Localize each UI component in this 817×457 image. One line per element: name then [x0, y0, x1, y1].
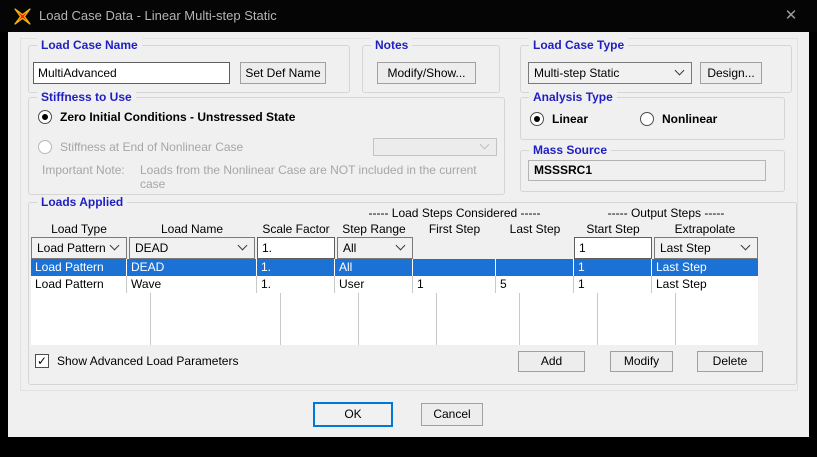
cell-scale-factor: 1.	[257, 259, 335, 276]
column-header-extrapolate: Extrapolate	[652, 222, 758, 236]
column-divider	[675, 293, 676, 345]
load-case-type-group-title: Load Case Type	[529, 38, 628, 53]
load-case-name-input[interactable]: MultiAdvanced	[33, 62, 230, 84]
edit-load-name-value: DEAD	[135, 241, 168, 255]
linear-label: Linear	[552, 112, 588, 126]
dialog-body: Load Case Name MultiAdvanced Set Def Nam…	[8, 32, 809, 437]
cell-first-step	[413, 259, 496, 276]
important-note-label: Important Note:	[42, 163, 125, 177]
edit-load-type-dropdown[interactable]: Load Pattern	[31, 237, 127, 259]
edit-extrapolate-dropdown[interactable]: Last Step	[654, 237, 758, 259]
cell-last-step: 5	[496, 276, 574, 293]
edit-extrapolate-value: Last Step	[660, 241, 711, 255]
zero-initial-conditions-label: Zero Initial Conditions - Unstressed Sta…	[60, 110, 295, 124]
column-divider	[597, 293, 598, 345]
column-divider	[519, 293, 520, 345]
edit-scale-factor-input[interactable]: 1.	[257, 237, 335, 259]
stiffness-end-nonlinear-label: Stiffness at End of Nonlinear Case	[60, 140, 243, 154]
column-divider	[150, 293, 151, 345]
design-button[interactable]: Design...	[700, 62, 762, 84]
output-steps-header: ----- Output Steps -----	[574, 206, 758, 220]
important-note-text: Loads from the Nonlinear Case are NOT in…	[140, 163, 488, 191]
mass-source-group-title: Mass Source	[529, 143, 611, 158]
nonlinear-case-dropdown[interactable]	[373, 138, 497, 156]
close-icon[interactable]: ✕	[779, 5, 803, 27]
modify-button[interactable]: Modify	[610, 351, 673, 372]
cell-start-step: 1	[574, 276, 652, 293]
chevron-down-icon	[675, 66, 685, 76]
column-header-first-step: First Step	[413, 222, 496, 236]
edit-start-step-input[interactable]: 1	[574, 237, 652, 259]
add-button[interactable]: Add	[518, 351, 585, 372]
nonlinear-label: Nonlinear	[662, 112, 717, 126]
title-bar: Load Case Data - Linear Multi-step Stati…	[0, 0, 817, 32]
cell-start-step: 1	[574, 259, 652, 276]
cell-load-type: Load Pattern	[31, 276, 127, 293]
load-case-name-group-title: Load Case Name	[37, 38, 142, 53]
load-case-type-value: Multi-step Static	[534, 66, 619, 80]
cell-load-type: Load Pattern	[31, 259, 127, 276]
radio-stiffness-end-nonlinear[interactable]	[38, 140, 52, 154]
column-divider	[280, 293, 281, 345]
show-advanced-checkbox[interactable]: ✓	[35, 354, 49, 368]
cell-last-step	[496, 259, 574, 276]
window-title: Load Case Data - Linear Multi-step Stati…	[39, 8, 277, 23]
column-divider	[358, 293, 359, 345]
column-header-scale-factor: Scale Factor	[257, 222, 335, 236]
analysis-type-group-title: Analysis Type	[529, 90, 617, 105]
delete-button[interactable]: Delete	[697, 351, 763, 372]
chevron-down-icon	[396, 241, 406, 251]
cell-first-step: 1	[413, 276, 496, 293]
radio-nonlinear[interactable]	[640, 112, 654, 126]
table-row[interactable]: Load PatternDEAD1.All 1Last Step	[31, 259, 758, 276]
cell-load-name: DEAD	[127, 259, 257, 276]
cell-scale-factor: 1.	[257, 276, 335, 293]
chevron-down-icon	[238, 241, 248, 251]
edit-step-range-dropdown[interactable]: All	[337, 237, 413, 259]
notes-group-title: Notes	[371, 38, 412, 53]
loads-applied-group-title: Loads Applied	[37, 195, 127, 210]
check-icon: ✓	[37, 354, 47, 368]
chevron-down-icon	[741, 241, 751, 251]
cell-step-range: All	[335, 259, 413, 276]
cell-step-range: User	[335, 276, 413, 293]
radio-linear[interactable]	[530, 112, 544, 126]
table-row[interactable]: Load PatternWave1.User151Last Step	[31, 276, 758, 293]
column-header-step-range: Step Range	[335, 222, 413, 236]
column-header-last-step: Last Step	[496, 222, 574, 236]
radio-dot	[42, 114, 48, 120]
stiffness-group-title: Stiffness to Use	[37, 90, 136, 105]
show-advanced-label: Show Advanced Load Parameters	[57, 354, 238, 368]
cancel-button[interactable]: Cancel	[421, 403, 483, 426]
radio-zero-initial-conditions[interactable]	[38, 110, 52, 124]
column-header-start-step: Start Step	[574, 222, 652, 236]
cell-extrapolate: Last Step	[652, 276, 758, 293]
load-steps-considered-header: ----- Load Steps Considered -----	[335, 206, 574, 220]
chevron-down-icon	[480, 140, 490, 150]
edit-load-name-dropdown[interactable]: DEAD	[129, 237, 255, 259]
sap2000-logo-icon	[14, 8, 31, 25]
mass-source-field: MSSSRC1	[528, 160, 766, 181]
load-case-type-dropdown[interactable]: Multi-step Static	[528, 62, 692, 84]
loads-table: Load PatternDEAD1.All1Last Step Load Pat…	[31, 259, 758, 345]
chevron-down-icon	[110, 241, 120, 251]
column-header-load-name: Load Name	[127, 222, 257, 236]
set-def-name-button[interactable]: Set Def Name	[240, 62, 326, 84]
column-divider	[436, 293, 437, 345]
notes-modify-show-button[interactable]: Modify/Show...	[377, 62, 476, 84]
cell-load-name: Wave	[127, 276, 257, 293]
radio-dot	[534, 116, 540, 122]
ok-button[interactable]: OK	[313, 402, 393, 427]
edit-step-range-value: All	[343, 241, 356, 255]
dialog-window: Load Case Data - Linear Multi-step Stati…	[0, 0, 817, 457]
edit-load-type-value: Load Pattern	[37, 241, 106, 255]
cell-extrapolate: Last Step	[652, 259, 758, 276]
column-header-load-type: Load Type	[31, 222, 127, 236]
